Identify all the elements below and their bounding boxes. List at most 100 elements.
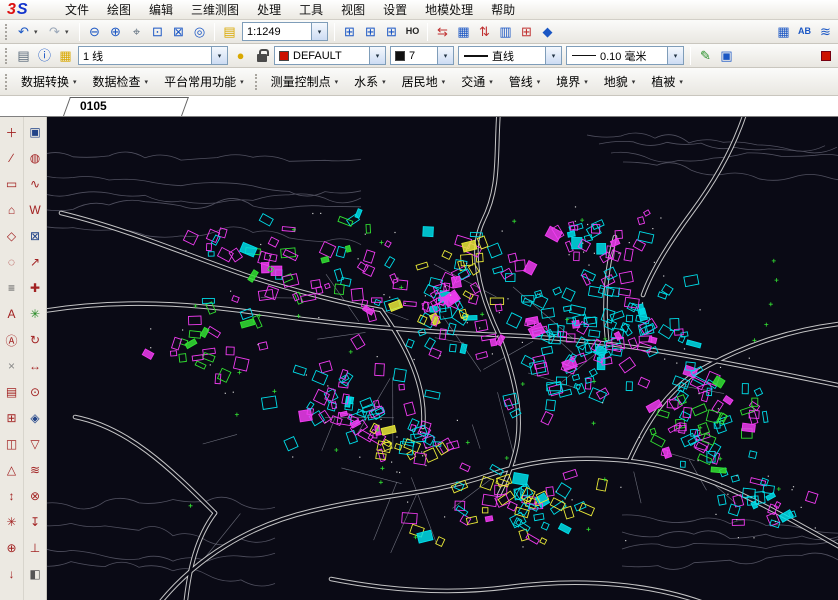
red-square-button[interactable] bbox=[815, 45, 836, 66]
drawing-tool-icon[interactable]: ▣ bbox=[25, 119, 46, 145]
scale-button[interactable]: ▤ bbox=[219, 21, 240, 42]
btn-data-check[interactable]: 数据检查▾ bbox=[85, 70, 157, 93]
drawing-tool-icon[interactable]: ↕ bbox=[1, 483, 22, 509]
map-canvas[interactable] bbox=[47, 117, 838, 600]
drawing-tool-icon[interactable]: ⊗ bbox=[25, 483, 46, 509]
undo-button[interactable]: ↶ bbox=[13, 21, 34, 42]
drawing-tool-icon[interactable]: ✚ bbox=[25, 275, 46, 301]
swap-layers-button[interactable]: ⇆ bbox=[432, 21, 453, 42]
width-combo[interactable]: 7 ▾ bbox=[390, 46, 454, 65]
drawing-tool-icon[interactable]: ⊥ bbox=[25, 535, 46, 561]
layout-grid-button[interactable]: ▦ bbox=[773, 21, 794, 42]
btn-pipeline[interactable]: 管线▾ bbox=[501, 70, 549, 93]
zoom-in-button[interactable]: ⊕ bbox=[105, 21, 126, 42]
code-grid-button[interactable]: ▦ bbox=[453, 21, 474, 42]
menu-draw[interactable]: 绘图 bbox=[98, 0, 140, 20]
edit-properties-button[interactable]: ✎ bbox=[695, 45, 716, 66]
drawing-tool-icon[interactable]: ▭ bbox=[1, 171, 22, 197]
btn-water-system[interactable]: 水系▾ bbox=[346, 70, 394, 93]
drawing-tool-icon[interactable]: ✳ bbox=[1, 509, 22, 535]
drawing-tool-icon[interactable]: ◫ bbox=[1, 431, 22, 457]
zoom-out-button[interactable]: ⊖ bbox=[84, 21, 105, 42]
menu-3d-mapping[interactable]: 三维测图 bbox=[182, 0, 248, 20]
red-grid-button[interactable]: ⊞ bbox=[516, 21, 537, 42]
zoom-extents-button[interactable]: ⊠ bbox=[168, 21, 189, 42]
sort-button[interactable]: ⇅ bbox=[474, 21, 495, 42]
toolbar-grip[interactable] bbox=[5, 48, 9, 64]
drawing-tool-icon[interactable]: ⌂ bbox=[1, 197, 22, 223]
drawing-tool-icon[interactable]: ◇ bbox=[1, 223, 22, 249]
btn-boundary[interactable]: 境界▾ bbox=[548, 70, 596, 93]
zoom-window-button[interactable]: ⊡ bbox=[147, 21, 168, 42]
layer-manager-button[interactable]: ▦ bbox=[55, 45, 76, 66]
scale-combo[interactable]: 1:1249 ▾ bbox=[242, 22, 328, 41]
btn-survey-control-point[interactable]: 测量控制点▾ bbox=[263, 70, 347, 93]
linetype-combo[interactable]: 直线 ▾ bbox=[458, 46, 562, 65]
btn-data-convert[interactable]: 数据转换▾ bbox=[13, 70, 85, 93]
toolbar-grip[interactable] bbox=[5, 74, 9, 90]
redo-dropdown-caret[interactable]: ▾ bbox=[65, 28, 75, 36]
ho-button[interactable]: HO bbox=[402, 21, 423, 42]
drawing-tool-icon[interactable]: Ⓐ bbox=[1, 327, 22, 353]
text-style-button[interactable]: AB bbox=[794, 21, 815, 42]
info-button[interactable]: ⓘ bbox=[34, 45, 55, 66]
drawing-tool-icon[interactable]: ⊠ bbox=[25, 223, 46, 249]
lineweight-combo[interactable]: 0.10 毫米 ▾ bbox=[566, 46, 684, 65]
layer-lock-button[interactable] bbox=[251, 45, 272, 66]
menu-help[interactable]: 帮助 bbox=[482, 0, 524, 20]
menu-process[interactable]: 处理 bbox=[248, 0, 290, 20]
pan-button[interactable]: ⌖ bbox=[126, 21, 147, 42]
layer-on-button[interactable]: ● bbox=[230, 45, 251, 66]
table-grid-button-3[interactable]: ⊞ bbox=[381, 21, 402, 42]
drawing-tool-icon[interactable]: ↧ bbox=[25, 509, 46, 535]
drawing-tool-icon[interactable]: ◍ bbox=[25, 145, 46, 171]
btn-transportation[interactable]: 交通▾ bbox=[453, 70, 501, 93]
btn-residential-area[interactable]: 居民地▾ bbox=[394, 70, 454, 93]
panel-button[interactable]: ▣ bbox=[716, 45, 737, 66]
undo-dropdown-caret[interactable]: ▾ bbox=[34, 28, 44, 36]
toolbar-grip[interactable] bbox=[255, 74, 259, 90]
btn-landform[interactable]: 地貌▾ bbox=[596, 70, 644, 93]
drawing-tool-icon[interactable]: ⊞ bbox=[1, 405, 22, 431]
drawing-tool-icon[interactable]: ↻ bbox=[25, 327, 46, 353]
toolbar-grip[interactable] bbox=[5, 24, 9, 40]
zoom-previous-button[interactable]: ◎ bbox=[189, 21, 210, 42]
page-setup-button[interactable]: ▤ bbox=[13, 45, 34, 66]
btn-vegetation[interactable]: 植被▾ bbox=[643, 70, 691, 93]
menu-view[interactable]: 视图 bbox=[332, 0, 374, 20]
btn-platform-common[interactable]: 平台常用功能▾ bbox=[156, 70, 252, 93]
table-grid-button-1[interactable]: ⊞ bbox=[339, 21, 360, 42]
drawing-tool-icon[interactable]: W bbox=[25, 197, 46, 223]
waves-button[interactable]: ≋ bbox=[815, 21, 836, 42]
drawing-tool-icon[interactable]: ＋ bbox=[1, 119, 22, 145]
menu-file[interactable]: 文件 bbox=[56, 0, 98, 20]
menu-settings[interactable]: 设置 bbox=[374, 0, 416, 20]
drawing-tool-icon[interactable]: ◈ bbox=[25, 405, 46, 431]
redo-button[interactable]: ↷ bbox=[44, 21, 65, 42]
drawing-tool-icon[interactable]: ▽ bbox=[25, 431, 46, 457]
menu-tools[interactable]: 工具 bbox=[290, 0, 332, 20]
drawing-tool-icon[interactable]: ◌ bbox=[1, 249, 22, 275]
drawing-tool-icon[interactable]: ∕ bbox=[1, 145, 22, 171]
drawing-tool-icon[interactable]: ⊙ bbox=[25, 379, 46, 405]
drawing-tool-icon[interactable]: ✳ bbox=[25, 301, 46, 327]
drawing-tool-icon[interactable]: ⊕ bbox=[1, 535, 22, 561]
tab-drawing-0105[interactable]: 0105 bbox=[56, 96, 182, 116]
drawing-tool-icon[interactable]: △ bbox=[1, 457, 22, 483]
row-grid-button[interactable]: ▥ bbox=[495, 21, 516, 42]
menu-terrain-model[interactable]: 地模处理 bbox=[416, 0, 482, 20]
drawing-tool-icon[interactable]: ↔ bbox=[25, 353, 46, 379]
table-grid-button-2[interactable]: ⊞ bbox=[360, 21, 381, 42]
color-combo[interactable]: DEFAULT ▾ bbox=[274, 46, 386, 65]
drawing-tool-icon[interactable]: A bbox=[1, 301, 22, 327]
diamond-button[interactable]: ◆ bbox=[537, 21, 558, 42]
drawing-tool-icon[interactable]: × bbox=[1, 353, 22, 379]
drawing-tool-icon[interactable]: ≋ bbox=[25, 457, 46, 483]
drawing-tool-icon[interactable]: ▤ bbox=[1, 379, 22, 405]
drawing-tool-icon[interactable]: ◧ bbox=[25, 561, 46, 587]
layer-combo[interactable]: 1 线 ▾ bbox=[78, 46, 228, 65]
drawing-tool-icon[interactable]: ↓ bbox=[1, 561, 22, 587]
drawing-tool-icon[interactable]: ∿ bbox=[25, 171, 46, 197]
drawing-tool-icon[interactable]: ↗ bbox=[25, 249, 46, 275]
menu-edit[interactable]: 编辑 bbox=[140, 0, 182, 20]
